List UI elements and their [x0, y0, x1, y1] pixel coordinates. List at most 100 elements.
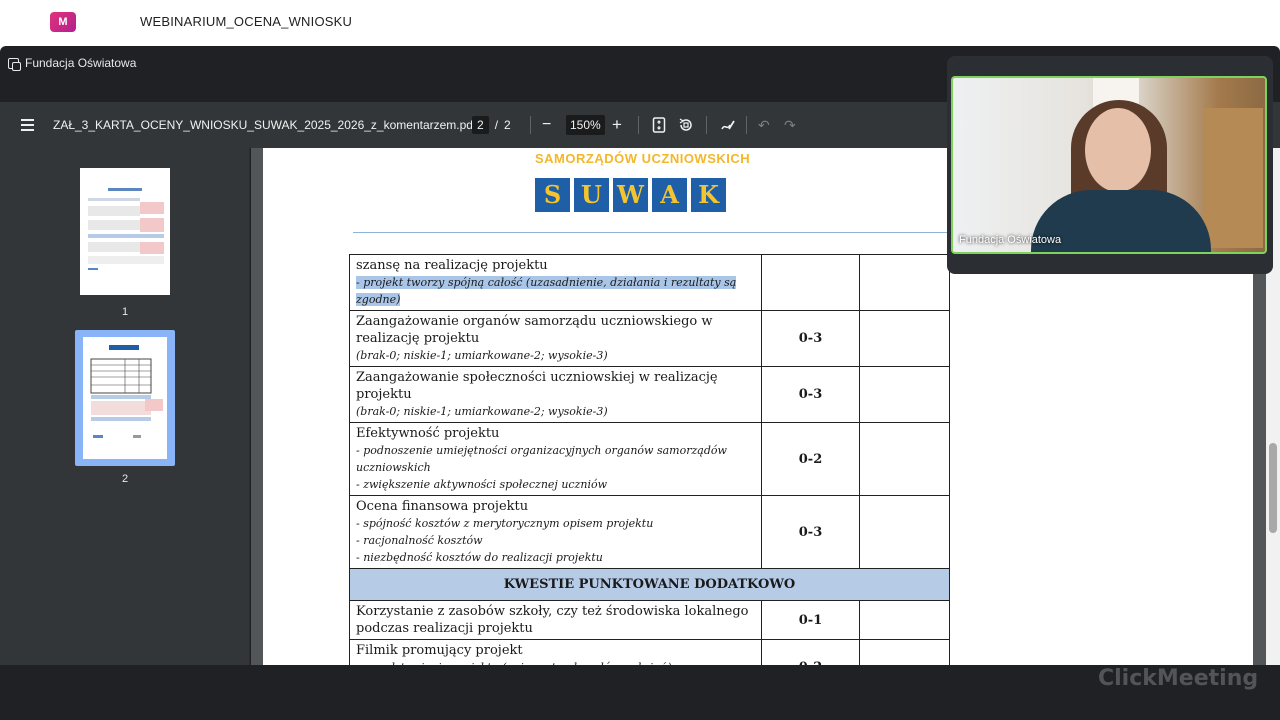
- thumbnail-label-1: 1: [121, 306, 129, 318]
- criterion-detail-text: - projekt tworzy spójną całość (uzasadni…: [356, 276, 737, 306]
- presenter-name: Fundacja Oświatowa: [25, 56, 137, 70]
- logo-letter: K: [691, 178, 728, 212]
- criterion-cell: Ocena finansowa projektu - spójność koszt…: [349, 495, 762, 569]
- zoom-level[interactable]: 150%: [566, 102, 605, 148]
- criterion-detail-text: (brak-0; niskie-1; umiarkowane-2; wysoki…: [356, 405, 608, 418]
- points-cell: [859, 495, 950, 569]
- video-participant-name: Fundacja Oświatowa: [959, 234, 1062, 246]
- menu-icon[interactable]: [18, 102, 36, 148]
- criterion-detail-text: (brak-0; niskie-1; umiarkowane-2; wysoki…: [356, 349, 608, 362]
- criterion-detail: - spójność kosztów z merytorycznym opise…: [356, 515, 755, 532]
- page-thumbnail-2-image: [83, 337, 167, 459]
- criterion-detail: (brak-0; niskie-1; umiarkowane-2; wysoki…: [356, 403, 755, 420]
- pdf-filename: ZAŁ_3_KARTA_OCENY_WNIOSKU_SUWAK_2025_202…: [53, 118, 477, 132]
- zoom-out-button[interactable]: −: [542, 102, 551, 148]
- criterion-title: Zaangażowanie organów samorządu uczniows…: [356, 314, 713, 346]
- scrollbar-thumb[interactable]: [1269, 443, 1277, 533]
- undo-icon[interactable]: ↶: [758, 102, 770, 148]
- annotate-icon[interactable]: [720, 102, 736, 148]
- criterion-detail: - zwiększenie aktywności społecznej uczn…: [356, 476, 755, 493]
- logo-letter: S: [535, 178, 572, 212]
- page-separator: /: [494, 118, 499, 132]
- zoom-in-button[interactable]: +: [612, 102, 622, 148]
- toolbar-divider: [746, 116, 747, 134]
- redo-icon[interactable]: ↷: [784, 102, 796, 148]
- video-person-face: [1085, 108, 1151, 192]
- points-cell: [859, 254, 950, 311]
- score-cell: 0-3: [761, 495, 860, 569]
- app-logo-icon: M: [50, 12, 76, 32]
- criterion-detail: - podnoszenie umiejętności organizacyjny…: [356, 442, 755, 476]
- criterion-cell: Filmik promujący projekt - przedstawienie…: [349, 639, 762, 665]
- criterion-detail: - przedstawienie projektu (m.in. potrzeb…: [356, 659, 755, 665]
- suwak-logo: S U W A K: [535, 178, 728, 212]
- section-header: KWESTIE PUNKTOWANE DODATKOWO: [349, 568, 950, 601]
- criterion-cell: szansę na realizację projektu - projekt t…: [349, 254, 762, 311]
- fit-page-icon[interactable]: [652, 102, 666, 148]
- criterion-detail-text: - niezbędność kosztów do realizacji proj…: [356, 551, 603, 564]
- points-cell: [859, 366, 950, 423]
- table-row: Zaangażowanie społeczności uczniowskiej …: [349, 366, 950, 423]
- score-cell: 0-3: [761, 310, 860, 367]
- screen-share-icon: [8, 57, 21, 71]
- criterion-cell: Efektywność projektu - podnoszenie umieję…: [349, 422, 762, 496]
- webinar-title: WEBINARIUM_OCENA_WNIOSKU: [140, 14, 353, 29]
- rotate-icon[interactable]: [678, 102, 694, 148]
- logo-letter: A: [652, 178, 689, 212]
- criterion-title: Filmik promujący projekt: [356, 643, 523, 658]
- logo-letter: W: [613, 178, 650, 212]
- criterion-detail-text: - przedstawienie projektu (m.in. potrzeb…: [356, 661, 672, 665]
- table-row: Filmik promujący projekt - przedstawienie…: [349, 639, 950, 665]
- points-cell: [859, 310, 950, 367]
- score-cell: 0-1: [761, 600, 860, 640]
- criterion-detail: - niezbędność kosztów do realizacji proj…: [356, 549, 755, 566]
- evaluation-table: szansę na realizację projektu - projekt t…: [349, 254, 950, 665]
- score-cell: 0-3: [761, 366, 860, 423]
- criterion-cell: Zaangażowanie społeczności uczniowskiej …: [349, 366, 762, 423]
- page-navigator[interactable]: 2 / 2: [472, 102, 511, 148]
- points-cell: [859, 639, 950, 665]
- criterion-title: Efektywność projektu: [356, 426, 500, 441]
- criterion-title: Korzystanie z zasobów szkoły, czy też śr…: [356, 604, 749, 636]
- section-header-row: KWESTIE PUNKTOWANE DODATKOWO: [349, 568, 950, 601]
- program-label: SAMORZĄDÓW UCZNIOWSKICH: [535, 151, 751, 166]
- criterion-title: Ocena finansowa projektu: [356, 499, 529, 514]
- criterion-detail-text: - podnoszenie umiejętności organizacyjny…: [356, 444, 727, 474]
- toolbar-divider: [706, 116, 707, 134]
- page-total: 2: [504, 118, 511, 132]
- table-row: Zaangażowanie organów samorządu uczniows…: [349, 310, 950, 367]
- criterion-detail-text: - spójność kosztów z merytorycznym opise…: [356, 517, 654, 530]
- criterion-detail: (brak-0; niskie-1; umiarkowane-2; wysoki…: [356, 347, 755, 364]
- page-input[interactable]: 2: [472, 116, 489, 134]
- toolbar-divider: [638, 116, 639, 134]
- points-cell: [859, 422, 950, 496]
- table-row: Ocena finansowa projektu - spójność koszt…: [349, 495, 950, 569]
- participant-video[interactable]: [951, 76, 1267, 254]
- page-thumbnail-1[interactable]: [80, 168, 170, 295]
- criterion-detail: - projekt tworzy spójną całość (uzasadni…: [356, 274, 755, 308]
- criterion-cell: Zaangażowanie organów samorządu uczniows…: [349, 310, 762, 367]
- toolbar-divider: [530, 116, 531, 134]
- score-cell: [761, 254, 860, 311]
- criterion-title: Zaangażowanie społeczności uczniowskiej …: [356, 370, 718, 402]
- table-row: szansę na realizację projektu - projekt t…: [349, 254, 950, 311]
- criterion-detail: - racjonalność kosztów: [356, 532, 755, 549]
- score-cell: 0-2: [761, 639, 860, 665]
- criterion-detail-text: - zwiększenie aktywności społecznej uczn…: [356, 478, 608, 491]
- logo-letter: U: [574, 178, 611, 212]
- criterion-title: szansę na realizację projektu: [356, 258, 548, 273]
- thumbnail-label-2: 2: [121, 473, 129, 485]
- table-row: Korzystanie z zasobów szkoły, czy też śr…: [349, 600, 950, 640]
- video-background-shelf: [1203, 108, 1263, 248]
- score-cell: 0-2: [761, 422, 860, 496]
- top-bar: M WEBINARIUM_OCENA_WNIOSKU: [0, 0, 1280, 46]
- presenter-indicator: Fundacja Oświatowa: [8, 56, 137, 71]
- clickmeeting-watermark: ClickMeeting: [1098, 666, 1259, 691]
- criterion-detail-text: - racjonalność kosztów: [356, 534, 483, 547]
- table-row: Efektywność projektu - podnoszenie umieję…: [349, 422, 950, 496]
- zoom-value[interactable]: 150%: [566, 115, 605, 135]
- page-thumbnail-2[interactable]: [75, 330, 175, 466]
- points-cell: [859, 600, 950, 640]
- criterion-cell: Korzystanie z zasobów szkoły, czy też śr…: [349, 600, 762, 640]
- thumbnail-pane: 1 2: [0, 148, 250, 665]
